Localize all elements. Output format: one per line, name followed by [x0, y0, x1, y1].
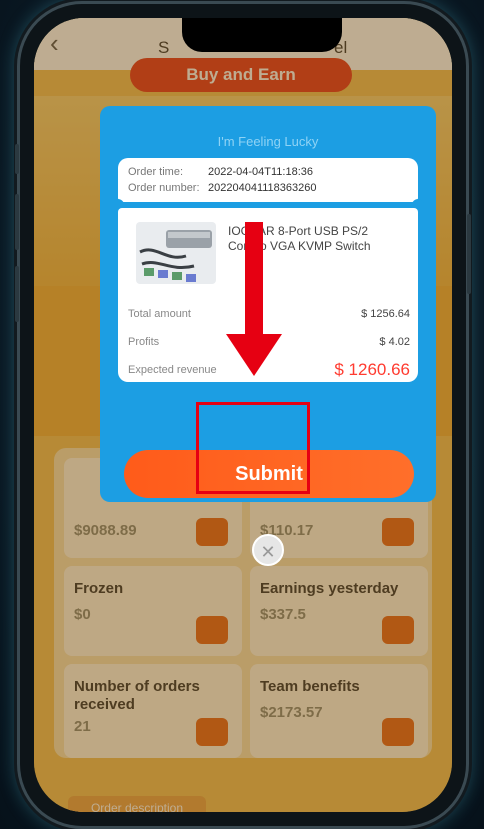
modal-title: I'm Feeling Lucky: [217, 134, 319, 149]
expected-revenue-value: $ 1260.66: [334, 360, 410, 379]
order-time-row: Order time: 2022-04-04T11:18:36: [128, 166, 313, 178]
order-info: Order time: 2022-04-04T11:18:36 Order num…: [118, 158, 418, 202]
order-time-label: Order time:: [128, 166, 184, 178]
profits-label: Profits: [128, 336, 160, 348]
mute-switch: [15, 144, 19, 174]
volume-down-button: [15, 266, 19, 322]
profits-value: $ 4.02: [379, 336, 410, 348]
order-number-label: Order number:: [128, 182, 200, 194]
power-button: [467, 214, 471, 294]
camera-notch: [182, 18, 342, 52]
down-arrow-icon: [226, 222, 282, 376]
order-number-row: Order number: 202204041118363260: [128, 182, 317, 194]
order-number-value: 202204041118363260: [208, 182, 317, 194]
product-image: [136, 222, 216, 284]
highlight-box: [196, 402, 310, 494]
volume-up-button: [15, 194, 19, 250]
total-amount-value: $ 1256.64: [361, 308, 410, 320]
order-time-value: 2022-04-04T11:18:36: [208, 166, 313, 178]
total-amount-label: Total amount: [128, 308, 191, 320]
expected-revenue-label: Expected revenue: [128, 364, 217, 376]
close-icon[interactable]: ✕: [252, 534, 284, 566]
